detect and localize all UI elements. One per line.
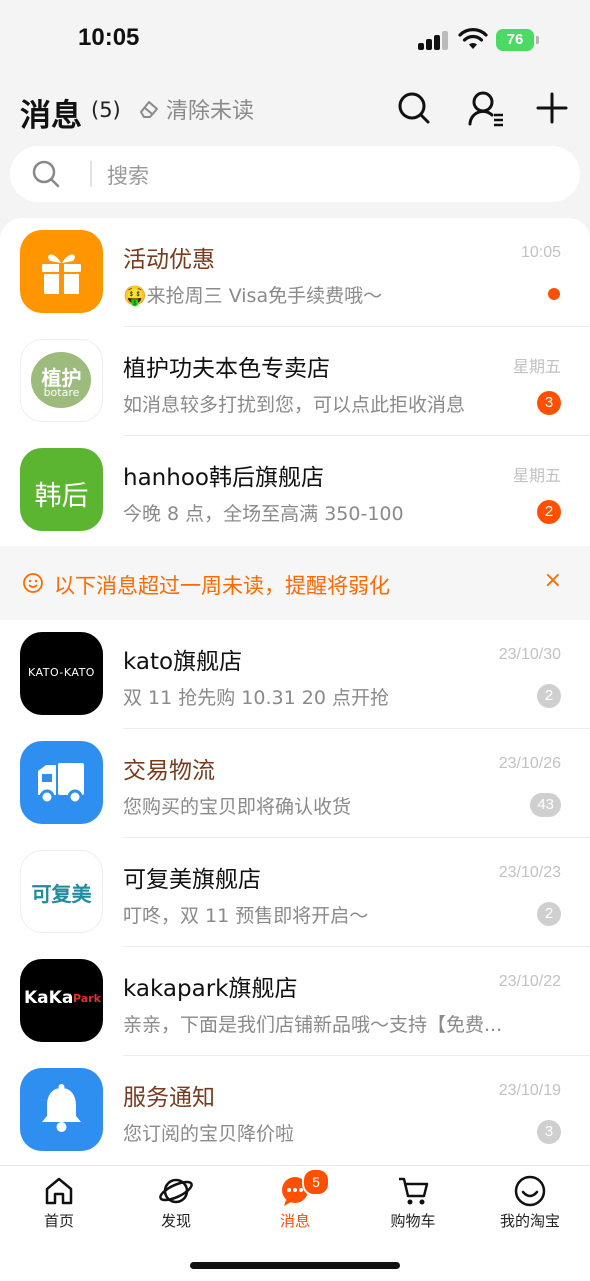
eraser-icon: [140, 101, 158, 118]
conversation-time: 23/10/22: [498, 973, 561, 990]
wifi-icon: [458, 28, 488, 49]
conversation-time: 星期五: [512, 359, 561, 376]
unread-badge: 43: [530, 793, 561, 817]
page-title: 消息: [20, 98, 82, 134]
message-row[interactable]: 交易物流 23/10/26 您购买的宝贝即将确认收货 43: [0, 729, 590, 838]
message-row[interactable]: KATO-KATO kato旗舰店 23/10/30 双 11 抢先购 10.3…: [0, 620, 590, 729]
status-bar: 10:05 76: [0, 0, 590, 78]
message-row[interactable]: 服务通知 23/10/19 您订阅的宝贝降价啦 3: [0, 1056, 590, 1165]
unread-badge: 2: [537, 684, 561, 708]
conversation-preview: 您订阅的宝贝降价啦: [123, 1123, 295, 1145]
avatar-text: KaKa: [24, 988, 74, 1008]
tab-cart[interactable]: 购物车: [368, 1174, 458, 1234]
message-row[interactable]: 可复美 可复美旗舰店 23/10/23 叮咚，双 11 预售即将开启～ 2: [0, 838, 590, 947]
avatar-text: 韩后: [34, 481, 89, 512]
avatar: KATO-KATO: [20, 632, 103, 715]
avatar: 植护 botare: [20, 339, 103, 422]
truck-icon: [38, 763, 84, 805]
conversation-time: 23/10/30: [498, 646, 561, 663]
unread-badge: 3: [537, 1120, 561, 1144]
conversation-preview: 双 11 抢先购 10.31 20 点开抢: [123, 687, 389, 709]
unread-badge: 2: [537, 902, 561, 926]
tab-discover[interactable]: 发现: [131, 1174, 221, 1234]
tab-home[interactable]: 首页: [14, 1174, 104, 1234]
contacts-icon[interactable]: [466, 88, 506, 128]
message-row[interactable]: 活动优惠 10:05 🤑来抢周三 Visa免手续费哦～: [0, 218, 590, 327]
avatar-subtext: botare: [43, 386, 80, 399]
avatar-subtext: Park: [73, 992, 101, 1005]
avatar: [20, 1068, 103, 1151]
message-list: 活动优惠 10:05 🤑来抢周三 Visa免手续费哦～ 植护 botare 植护…: [0, 218, 590, 1165]
smile-icon: [514, 1175, 546, 1207]
tab-label: 购物车: [390, 1212, 436, 1230]
unread-dot: [548, 288, 560, 300]
conversation-name: 可复美旗舰店: [123, 867, 261, 893]
battery-level: 76: [506, 31, 524, 48]
unread-badge: 2: [537, 500, 561, 524]
smile-icon: [23, 573, 43, 593]
search-bar[interactable]: 搜索: [10, 146, 580, 202]
notice-text: 以下消息超过一周未读，提醒将弱化: [54, 574, 390, 598]
signal-icon: [418, 30, 450, 50]
close-icon[interactable]: ×: [544, 568, 562, 593]
avatar: [20, 230, 103, 313]
conversation-name: 服务通知: [123, 1085, 215, 1111]
battery-tip: [536, 36, 539, 44]
avatar: 韩后: [20, 448, 103, 531]
avatar: KaKa Park: [20, 959, 103, 1042]
message-row[interactable]: KaKa Park kakapark旗舰店 23/10/22 亲亲，下面是我们店…: [0, 947, 590, 1056]
clear-unread-label: 清除未读: [166, 99, 255, 124]
tab-messages[interactable]: 5 消息: [250, 1168, 340, 1234]
conversation-name: 活动优惠: [123, 247, 215, 273]
messages-header: 消息 (5) 清除未读: [0, 78, 590, 140]
status-time: 10:05: [78, 24, 140, 51]
avatar-text: KATO-KATO: [28, 666, 95, 679]
tab-label: 我的淘宝: [499, 1212, 560, 1230]
tab-badge: 5: [302, 1168, 330, 1196]
search-input[interactable]: 搜索: [107, 160, 149, 190]
tab-my-taobao[interactable]: 我的淘宝: [485, 1174, 575, 1234]
conversation-preview: 您购买的宝贝即将确认收货: [123, 796, 352, 818]
conversation-name: 交易物流: [123, 758, 215, 784]
unread-count: (5): [91, 98, 121, 122]
clear-unread-button[interactable]: 清除未读: [138, 94, 254, 124]
conversation-preview: 亲亲，下面是我们店铺新品哦～支持【免费...: [123, 1014, 503, 1036]
weak-reminder-notice: 以下消息超过一周未读，提醒将弱化 ×: [0, 546, 590, 620]
conversation-time: 星期五: [512, 468, 561, 485]
unread-badge: 3: [537, 391, 561, 415]
home-icon: [45, 1177, 73, 1205]
bell-icon: [42, 1084, 81, 1132]
conversation-preview: 今晚 8 点，全场至高满 350-100: [123, 503, 404, 525]
avatar-text: 可复美: [31, 882, 92, 906]
planet-icon: [159, 1178, 193, 1204]
avatar: 可复美: [20, 850, 103, 933]
conversation-preview: 如消息较多打扰到您，可以点此拒收消息: [123, 394, 466, 416]
conversation-time: 23/10/26: [498, 755, 561, 772]
cart-icon: [399, 1177, 429, 1205]
conversation-name: kakapark旗舰店: [123, 976, 298, 1002]
search-icon: [32, 160, 60, 188]
conversation-time: 10:05: [520, 244, 561, 261]
avatar: [20, 741, 103, 824]
message-row[interactable]: 韩后 hanhoo韩后旗舰店 星期五 今晚 8 点，全场至高满 350-100 …: [0, 436, 590, 545]
conversation-time: 23/10/23: [498, 864, 561, 881]
search-icon[interactable]: [394, 88, 434, 128]
gift-icon: [42, 254, 81, 294]
tab-label: 消息: [279, 1212, 310, 1230]
home-indicator: [190, 1262, 400, 1269]
add-icon[interactable]: [532, 88, 572, 128]
conversation-time: 23/10/19: [498, 1082, 561, 1099]
conversation-preview: 叮咚，双 11 预售即将开启～: [123, 905, 369, 927]
battery-indicator: 76: [496, 29, 534, 51]
tab-label: 发现: [160, 1212, 191, 1230]
message-row[interactable]: 植护 botare 植护功夫本色专卖店 星期五 如消息较多打扰到您，可以点此拒收…: [0, 327, 590, 436]
tab-label: 首页: [43, 1212, 74, 1230]
conversation-name: kato旗舰店: [123, 649, 243, 675]
search-divider: [90, 161, 92, 187]
conversation-preview: 🤑来抢周三 Visa免手续费哦～: [123, 285, 383, 307]
conversation-name: 植护功夫本色专卖店: [123, 356, 330, 382]
conversation-name: hanhoo韩后旗舰店: [123, 465, 324, 491]
